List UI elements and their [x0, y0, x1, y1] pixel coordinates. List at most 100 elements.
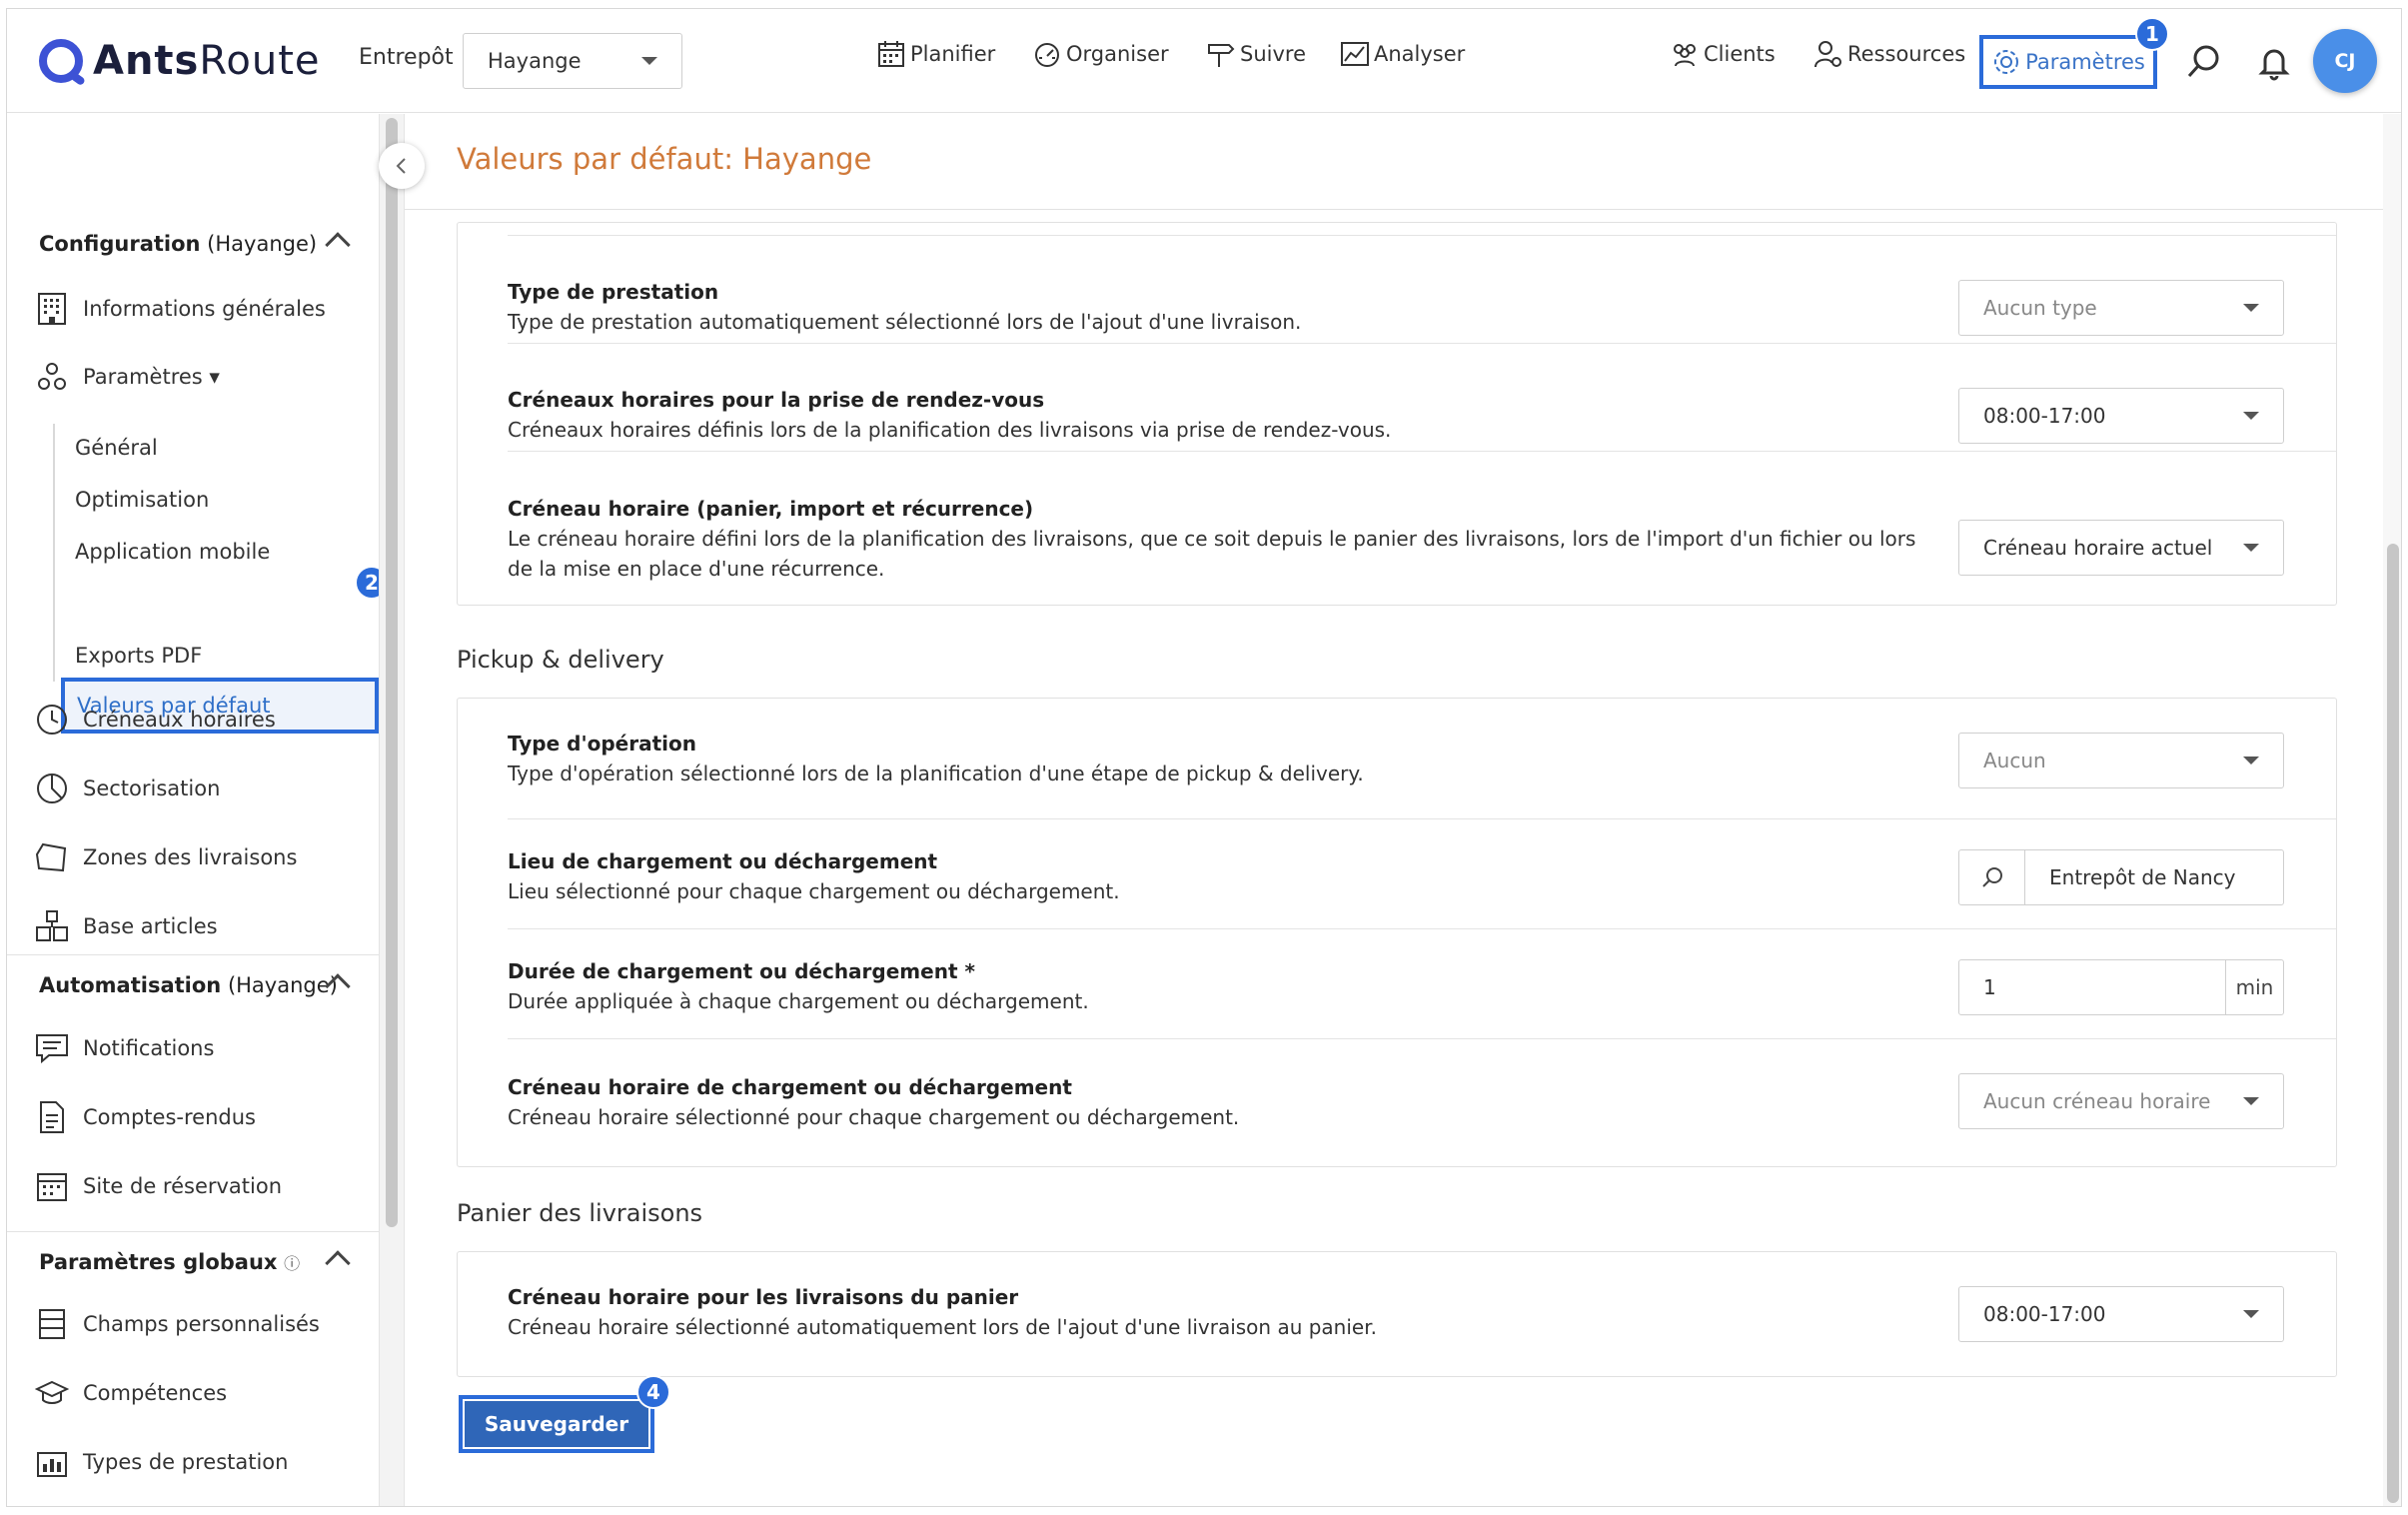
sidebar-item-label: Zones des livraisons [83, 845, 298, 869]
sidebar-item-competences[interactable]: Compétences [35, 1376, 227, 1410]
setting-row-creneau-panier-import: Créneau horaire (panier, import et récur… [508, 494, 1916, 584]
nav-planifier-label: Planifier [910, 42, 996, 66]
nav-clients[interactable]: Clients [1670, 39, 1776, 69]
sidebar-item-label: Compétences [83, 1381, 228, 1405]
chart-icon [1341, 42, 1369, 66]
section-config-suffix: (Hayange) [207, 232, 318, 256]
sidebar-item-champs[interactable]: Champs personnalisés [35, 1307, 320, 1341]
section-config-title: Configuration [39, 232, 201, 256]
top-navbar: AntsRoute Entrepôt Hayange Planifier Org… [7, 9, 2401, 113]
search-button[interactable] [1959, 850, 2025, 904]
nav-suivre[interactable]: Suivre [1206, 39, 1306, 69]
avatar[interactable]: CJ [2313, 29, 2377, 93]
lieu-search-field[interactable]: Entrepôt de Nancy [1958, 849, 2284, 905]
section-title-pickup: Pickup & delivery [457, 646, 664, 674]
section-configuration[interactable]: Configuration (Hayange) [39, 232, 351, 258]
row-separator [508, 818, 2336, 819]
sidebar-sub-mobile[interactable]: Application mobile [75, 540, 270, 564]
type-operation-select[interactable]: Aucun [1958, 733, 2284, 788]
nav-suivre-label: Suivre [1240, 42, 1306, 66]
nav-ressources[interactable]: Ressources [1813, 39, 1965, 69]
row-separator [508, 235, 2336, 236]
sidebar-item-creneaux[interactable]: Créneaux horaires [35, 703, 276, 737]
creneaux-rdv-select[interactable]: 08:00-17:00 [1958, 388, 2284, 444]
section-auto-title: Automatisation [39, 973, 222, 997]
bell-icon[interactable] [2255, 43, 2293, 81]
nav-organiser[interactable]: Organiser [1032, 39, 1169, 69]
save-button[interactable]: Sauvegarder [459, 1395, 654, 1453]
sidebar-item-comptes-rendus[interactable]: Comptes-rendus [35, 1100, 256, 1134]
section-automatisation[interactable]: Automatisation (Hayange) [39, 973, 351, 999]
nav-organiser-label: Organiser [1066, 42, 1169, 66]
main-scrollbar[interactable] [2383, 114, 2401, 1506]
info-icon[interactable]: ⓘ [284, 1250, 300, 1274]
sidebar-item-informations[interactable]: Informations générales [35, 292, 326, 326]
nav-planifier[interactable]: Planifier [876, 39, 995, 69]
setting-desc: Le créneau horaire défini lors de la pla… [508, 527, 1916, 581]
sidebar-item-articles[interactable]: Base articles [35, 909, 218, 943]
search-icon[interactable] [2185, 43, 2223, 81]
sidebar-sub-exports[interactable]: Exports PDF [75, 644, 202, 668]
chevron-up-icon [325, 1250, 351, 1276]
scrollbar-thumb[interactable] [386, 118, 398, 1227]
warehouse-select[interactable]: Hayange [463, 33, 682, 89]
select-value: Aucun type [1983, 296, 2097, 320]
gear-icon [1994, 50, 2019, 74]
users-icon [1674, 44, 1696, 67]
sidebar-item-parametres[interactable]: Paramètres ▾ [35, 360, 220, 394]
divider [7, 1231, 379, 1232]
select-value: 08:00-17:00 [1983, 1302, 2106, 1326]
chevron-up-icon [325, 232, 351, 258]
message-icon [36, 1034, 68, 1064]
search-icon [1981, 867, 2002, 887]
select-value: Aucun [1983, 749, 2046, 772]
sidebar-sub-general[interactable]: Général [75, 436, 158, 460]
duree-input[interactable]: 1 min [1958, 959, 2284, 1015]
section-parametres-globaux[interactable]: Paramètres globaux ⓘ [39, 1250, 351, 1276]
select-value: Aucun créneau horaire [1983, 1089, 2211, 1113]
duree-unit: min [2225, 960, 2283, 1014]
setting-title: Créneau horaire (panier, import et récur… [508, 497, 1034, 521]
duree-value[interactable]: 1 [1959, 975, 2225, 999]
sidebar-sub-optimisation[interactable]: Optimisation [75, 488, 209, 512]
nav-parametres-label: Paramètres [2025, 50, 2145, 74]
sidebar-item-sectorisation[interactable]: Sectorisation [35, 771, 220, 805]
scrollbar-thumb[interactable] [2387, 544, 2399, 1503]
sidebar-item-label: Créneaux horaires [83, 708, 276, 732]
annotation-badge-4: 4 [636, 1375, 670, 1409]
gauge-icon [1035, 43, 1059, 67]
nav-parametres[interactable]: Paramètres [1979, 35, 2157, 89]
sidebar-item-label: Base articles [83, 914, 218, 938]
logo[interactable]: AntsRoute [39, 33, 321, 89]
caret-down-icon [2243, 544, 2259, 552]
type-prestation-select[interactable]: Aucun type [1958, 280, 2284, 336]
nav-analyser[interactable]: Analyser [1340, 39, 1465, 69]
caret-down-icon [2243, 412, 2259, 420]
sidebar-item-reservation[interactable]: Site de réservation [35, 1169, 282, 1203]
sidebar-scrollbar[interactable] [379, 114, 405, 1506]
brand-light: Route [199, 38, 321, 84]
section-auto-suffix: (Hayange) [227, 973, 338, 997]
submenu-line [53, 424, 55, 682]
sidebar-item-notifications[interactable]: Notifications [35, 1031, 214, 1065]
logo-icon [39, 39, 83, 83]
main-content: Valeurs par défaut: Hayange Type de pres… [405, 114, 2383, 1506]
page-title: Valeurs par défaut: Hayange [457, 142, 872, 176]
calendar-icon [878, 41, 904, 67]
row-separator [508, 1038, 2336, 1039]
select-value: 08:00-17:00 [1983, 404, 2106, 428]
creneau-chargement-select[interactable]: Aucun créneau horaire [1958, 1073, 2284, 1129]
nav-clients-label: Clients [1704, 42, 1776, 66]
creneau-panier-import-select[interactable]: Créneau horaire actuel [1958, 520, 2284, 576]
select-value: Créneau horaire actuel [1983, 536, 2213, 560]
row-separator [508, 451, 2336, 452]
building-icon [38, 293, 66, 325]
sidebar-item-types[interactable]: Types de prestation [35, 1445, 288, 1479]
sidebar-item-label: Informations générales [83, 297, 326, 321]
sidebar-item-zones[interactable]: Zones des livraisons [35, 840, 297, 874]
lieu-value: Entrepôt de Nancy [2049, 865, 2236, 889]
app-window: AntsRoute Entrepôt Hayange Planifier Org… [6, 8, 2402, 1507]
creneau-panier-select[interactable]: 08:00-17:00 [1958, 1286, 2284, 1342]
collapse-sidebar-button[interactable] [379, 143, 425, 189]
chevron-left-icon [396, 158, 406, 174]
